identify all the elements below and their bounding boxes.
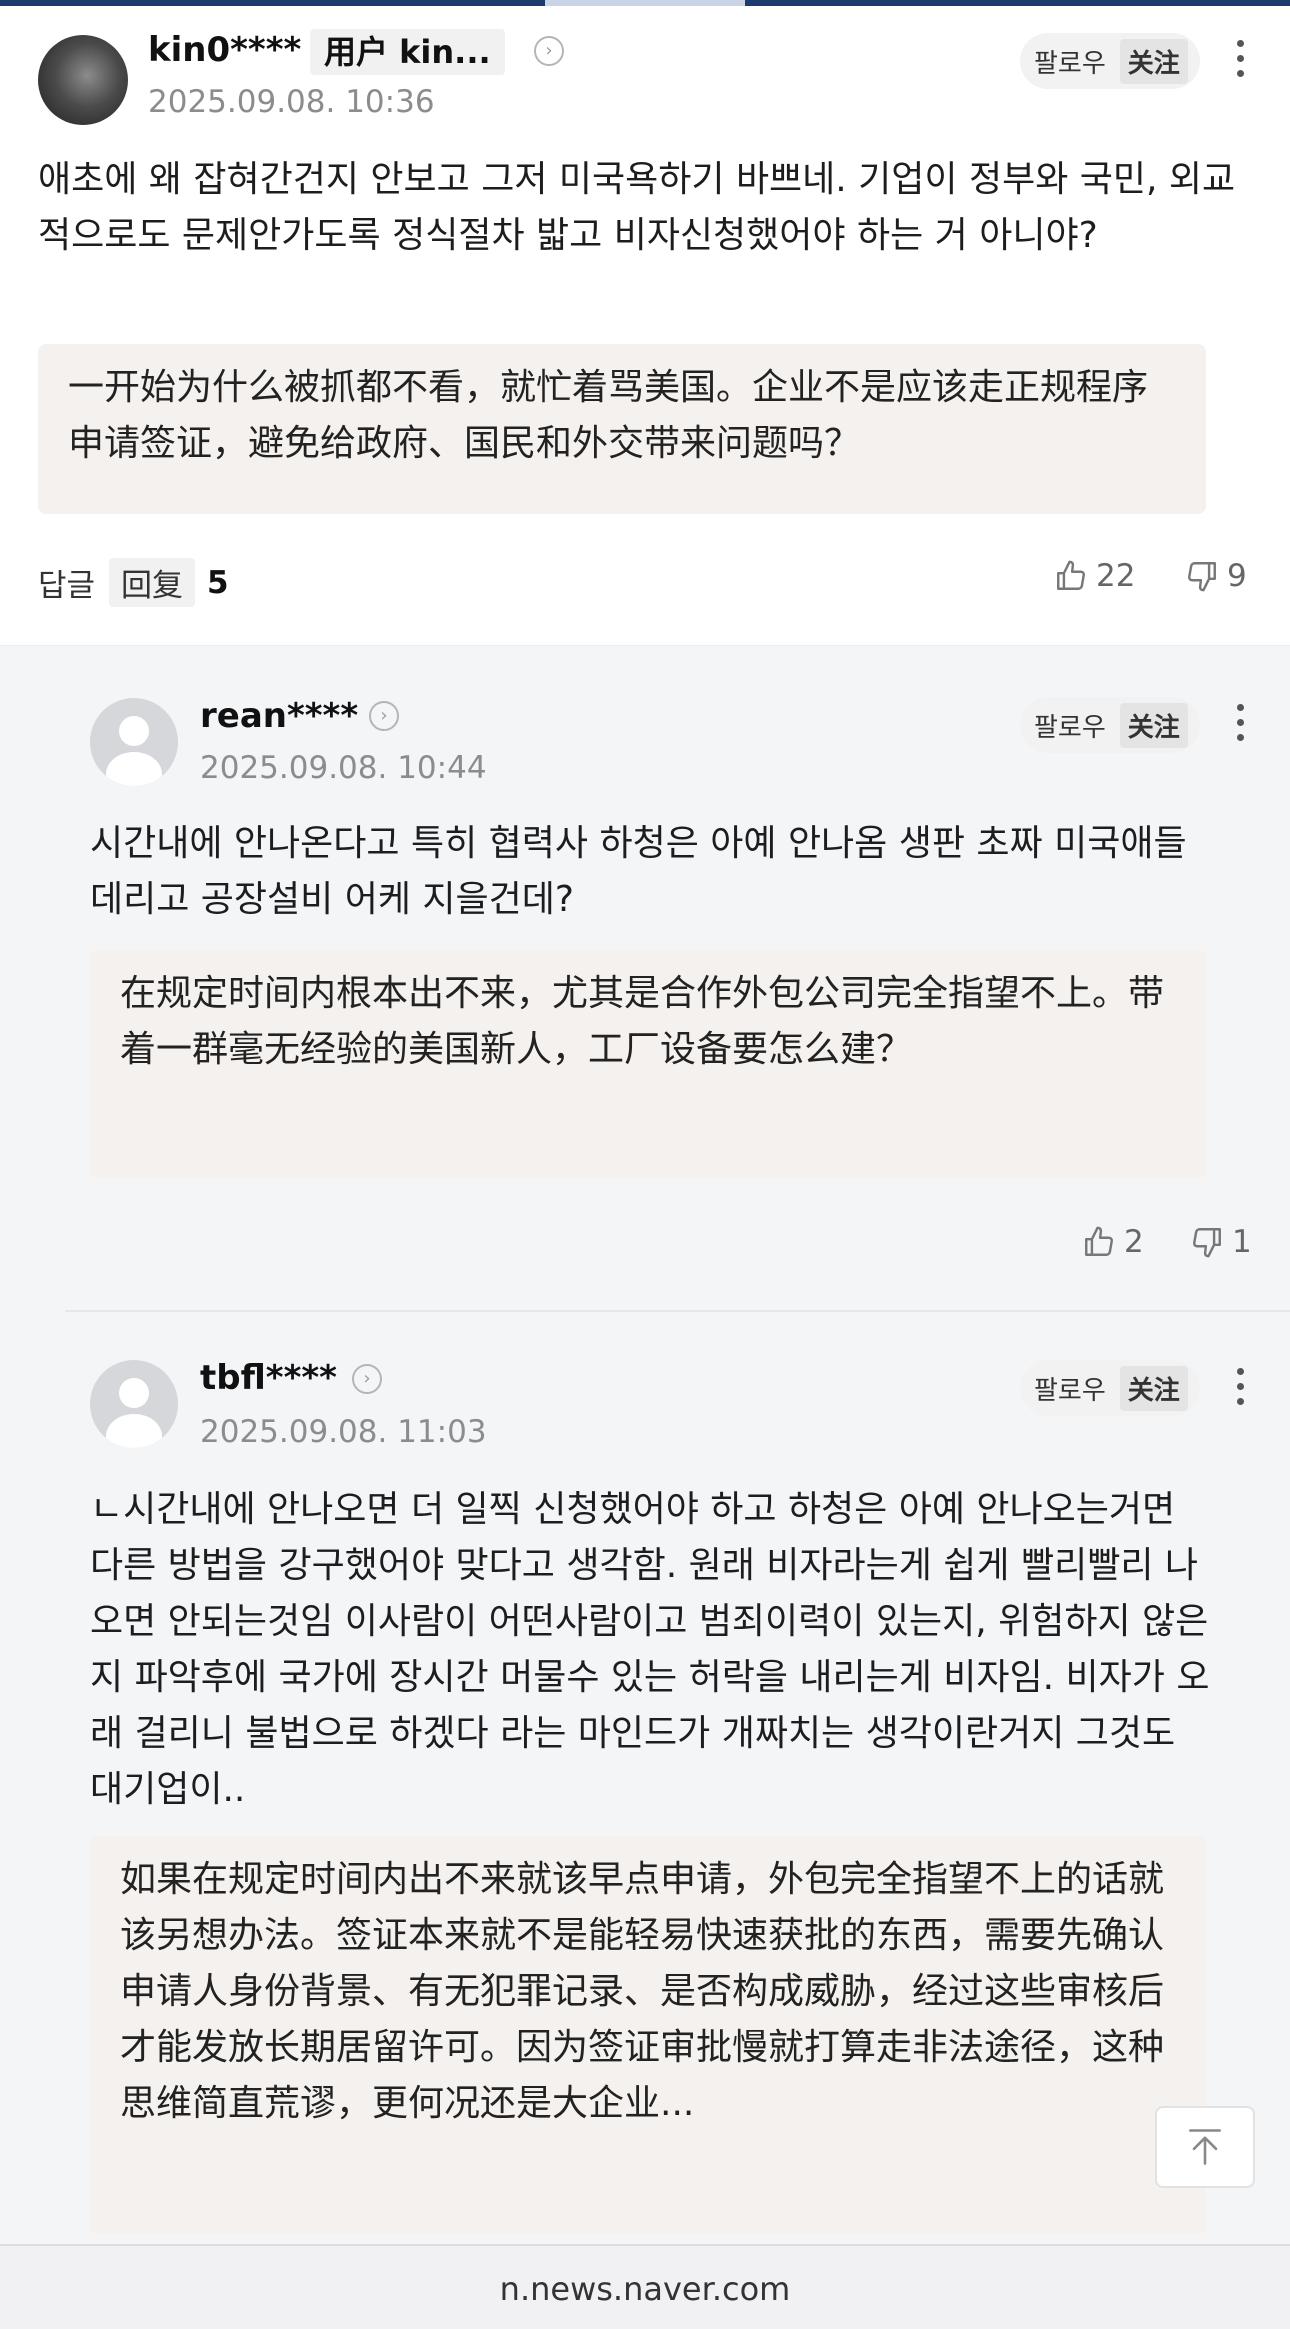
reply-label-translation: 回复: [109, 558, 196, 607]
more-options-icon[interactable]: [1233, 704, 1247, 748]
more-options-icon[interactable]: [1233, 1368, 1247, 1412]
follow-button[interactable]: 팔로우 关注: [1020, 1360, 1200, 1416]
dislike-count: 1: [1232, 1224, 1252, 1260]
dislike-count: 9: [1227, 558, 1247, 594]
avatar[interactable]: [38, 35, 128, 125]
chevron-right-icon[interactable]: ›: [352, 1364, 382, 1394]
reply-label: 답글: [38, 568, 96, 604]
like-button[interactable]: 2: [1082, 1224, 1144, 1260]
more-options-icon[interactable]: [1233, 40, 1247, 84]
translation-text: 一开始为什么被抓都不看，就忙着骂美国。企业不是应该走正规程序申请签证，避免给政府…: [68, 367, 1149, 464]
thumbs-down-icon: [1193, 1228, 1221, 1258]
reply-button[interactable]: 답글 回复 5: [38, 558, 229, 607]
comment-text: ㄴ시간내에 안나오면 더 일찍 신청했어야 하고 하청은 아예 안나오는거면 다…: [90, 1489, 1210, 1810]
page: { "footer": { "url": "n.news.naver.com" …: [0, 0, 1290, 2329]
browser-url-bar[interactable]: n.news.naver.com: [0, 2244, 1290, 2329]
follow-label-translation: 关注: [1119, 702, 1188, 748]
dislike-button[interactable]: 9: [1185, 558, 1247, 594]
like-button[interactable]: 22: [1054, 558, 1135, 594]
thumbs-down-icon: [1188, 562, 1216, 592]
username[interactable]: kin0****: [148, 30, 301, 70]
follow-label-translation: 关注: [1119, 38, 1188, 84]
comment-text: 시간내에 안나온다고 특히 협력사 하청은 아예 안나옴 생판 초짜 미국애들 …: [90, 823, 1187, 920]
username[interactable]: tbfl****: [200, 1358, 337, 1398]
thumbs-up-icon: [1085, 1226, 1113, 1256]
avatar[interactable]: [90, 698, 178, 786]
username-translation: 用户 kin...: [310, 29, 505, 75]
username[interactable]: rean****: [200, 696, 358, 736]
translation-box: 一开始为什么被抓都不看，就忙着骂美国。企业不是应该走正规程序申请签证，避免给政府…: [38, 344, 1206, 514]
translation-box: 在规定时间内根本出不来，尤其是合作外包公司完全指望不上。带着一群毫无经验的美国新…: [90, 950, 1206, 1178]
translation-text: 在规定时间内根本出不来，尤其是合作外包公司完全指望不上。带着一群毫无经验的美国新…: [120, 973, 1165, 1070]
chevron-right-icon[interactable]: ›: [534, 36, 564, 66]
comment-timestamp: 2025.09.08. 10:44: [200, 750, 487, 786]
comment-timestamp: 2025.09.08. 10:36: [148, 84, 435, 120]
translation-text: 如果在规定时间内出不来就该早点申请，外包完全指望不上的话就该另想办法。签证本来就…: [120, 1859, 1165, 2124]
reply-count: 5: [207, 564, 229, 601]
follow-label-translation: 关注: [1119, 1365, 1188, 1411]
follow-label: 팔로우: [1034, 48, 1106, 79]
translation-box: 如果在规定时间内出不来就该早点申请，外包完全指望不上的话就该另想办法。签证本来就…: [90, 1836, 1206, 2234]
follow-button[interactable]: 팔로우 关注: [1020, 697, 1200, 753]
url-text: n.news.naver.com: [499, 2270, 791, 2308]
follow-label: 팔로우: [1034, 712, 1106, 743]
arrow-up-icon: [1189, 2129, 1221, 2165]
divider: [65, 1310, 1290, 1312]
scroll-to-top-button[interactable]: [1155, 2106, 1255, 2188]
follow-label: 팔로우: [1034, 1375, 1106, 1406]
thumbs-up-icon: [1057, 560, 1085, 590]
comment-timestamp: 2025.09.08. 11:03: [200, 1414, 487, 1450]
avatar[interactable]: [90, 1360, 178, 1448]
like-count: 22: [1096, 558, 1136, 594]
follow-button[interactable]: 팔로우 关注: [1020, 33, 1200, 89]
dislike-button[interactable]: 1: [1190, 1224, 1252, 1260]
chevron-right-icon[interactable]: ›: [369, 701, 399, 731]
like-count: 2: [1124, 1224, 1144, 1260]
comment-text: 애초에 왜 잡혀간건지 안보고 그저 미국욕하기 바쁘네. 기업이 정부와 국민…: [38, 159, 1236, 256]
